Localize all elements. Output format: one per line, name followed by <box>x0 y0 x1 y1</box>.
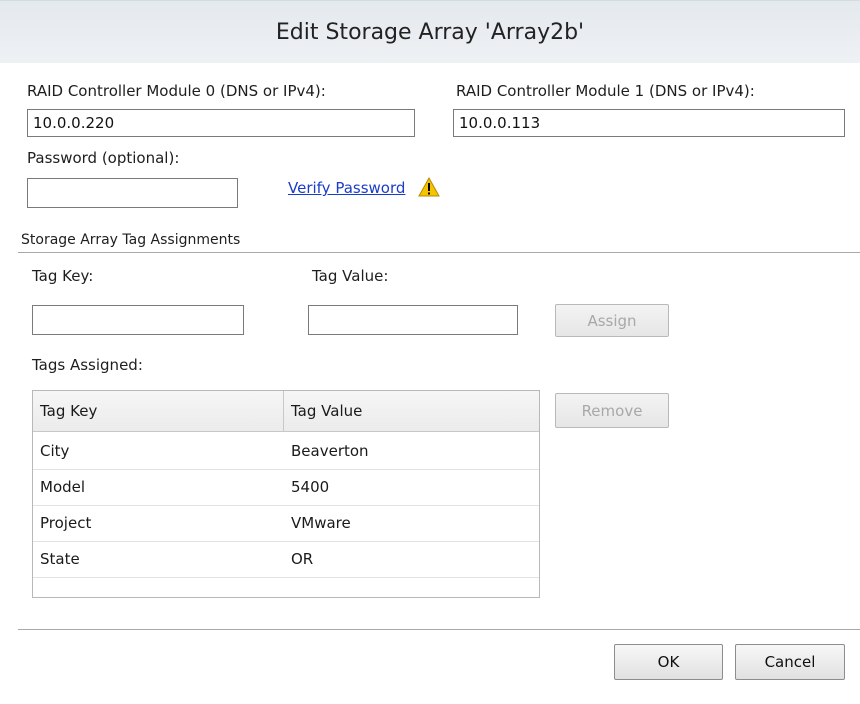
tag-value-label: Tag Value: <box>312 267 389 285</box>
verify-password-link[interactable]: Verify Password <box>288 179 405 197</box>
section-divider <box>18 252 860 253</box>
controller-module-0-input[interactable] <box>27 109 415 137</box>
table-row[interactable]: Model 5400 <box>33 469 539 506</box>
tag-value-cell: 5400 <box>291 478 330 496</box>
dialog-title: Edit Storage Array 'Array2b' <box>275 20 585 45</box>
assign-button[interactable]: Assign <box>555 304 669 337</box>
tag-key-cell: State <box>40 550 80 568</box>
tag-key-label: Tag Key: <box>32 267 94 285</box>
table-row[interactable]: Project VMware <box>33 505 539 542</box>
column-divider <box>283 391 284 431</box>
password-label: Password (optional): <box>27 149 180 167</box>
controller-module-0-label: RAID Controller Module 0 (DNS or IPv4): <box>27 82 326 100</box>
table-row[interactable]: City Beaverton <box>33 433 539 470</box>
controller-module-1-input[interactable] <box>453 109 845 137</box>
cancel-button[interactable]: Cancel <box>735 644 845 680</box>
tag-value-cell: OR <box>291 550 314 568</box>
ok-button[interactable]: OK <box>614 644 723 680</box>
footer-divider <box>18 629 860 630</box>
tags-assigned-label: Tags Assigned: <box>32 356 143 374</box>
tags-table-header: Tag Key Tag Value <box>33 391 539 432</box>
tag-value-cell: VMware <box>291 514 351 532</box>
tag-key-cell: City <box>40 442 70 460</box>
controller-module-1-label: RAID Controller Module 1 (DNS or IPv4): <box>456 82 755 100</box>
tag-key-cell: Model <box>40 478 86 496</box>
column-header-tag-value[interactable]: Tag Value <box>291 402 362 420</box>
tags-table: Tag Key Tag Value City Beaverton Model 5… <box>32 390 540 598</box>
remove-button[interactable]: Remove <box>555 393 669 428</box>
tag-value-input[interactable] <box>308 305 518 335</box>
password-input[interactable] <box>27 178 238 208</box>
tag-assignments-section-label: Storage Array Tag Assignments <box>21 232 241 248</box>
column-header-tag-key[interactable]: Tag Key <box>40 402 97 420</box>
tag-key-cell: Project <box>40 514 92 532</box>
tag-value-cell: Beaverton <box>291 442 369 460</box>
tag-key-input[interactable] <box>32 305 244 335</box>
warning-triangle-icon <box>418 176 440 201</box>
table-row[interactable]: State OR <box>33 541 539 578</box>
